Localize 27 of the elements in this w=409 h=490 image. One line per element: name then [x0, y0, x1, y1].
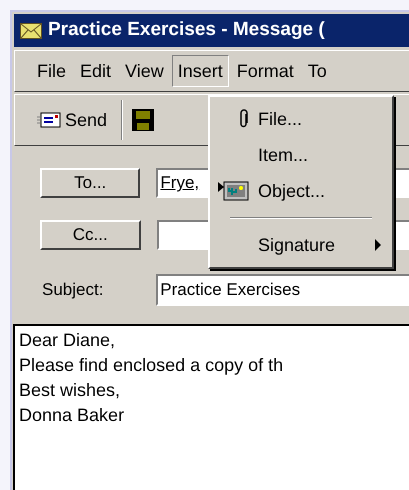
object-icon	[218, 180, 250, 202]
menu-option[interactable]: Item...	[210, 137, 392, 173]
menu-item[interactable]: View	[119, 55, 170, 87]
to-button[interactable]: To...	[40, 168, 140, 198]
menu-item[interactable]: Edit	[74, 55, 118, 87]
submenu-arrow-icon	[374, 239, 382, 251]
envelope-icon	[20, 22, 42, 38]
body-line: Please find enclosed a copy of th	[19, 354, 284, 377]
menu-option[interactable]: Object...	[210, 173, 392, 209]
menu-item[interactable]: Insert	[172, 55, 229, 87]
paperclip-icon	[238, 109, 250, 129]
menu-item[interactable]: File	[31, 55, 72, 87]
menu-item[interactable]: Format	[230, 55, 300, 87]
menu-option[interactable]: Signature	[210, 227, 392, 263]
send-button[interactable]: Send	[31, 100, 114, 140]
subject-field[interactable]: Practice Exercises	[156, 274, 409, 306]
body-line: Best wishes,	[19, 379, 122, 402]
subject-label: Subject:	[41, 279, 104, 302]
message-body[interactable]: Dear Diane, Please find enclosed a copy of th Best wishes, Donna Baker	[13, 324, 409, 490]
save-icon[interactable]	[131, 108, 156, 132]
body-line: Dear Diane,	[19, 329, 116, 352]
send-icon	[37, 112, 61, 128]
window-title: Practice Exercises - Message (	[48, 18, 325, 42]
body-line: Donna Baker	[19, 404, 126, 427]
cc-button[interactable]: Cc...	[40, 220, 140, 250]
menu-option[interactable]: File...	[210, 101, 392, 137]
menu-item[interactable]: To	[302, 55, 333, 87]
